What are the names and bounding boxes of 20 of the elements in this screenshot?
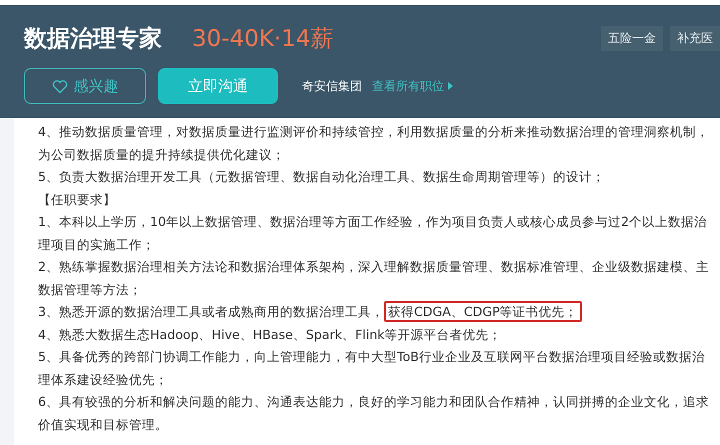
description-text: 1、本科以上学历，10年以上数据管理、数据治理等方面工作经验，作为项目负责人或核心成员参与过2个以上数据治理项目的实施工作； xyxy=(38,213,708,254)
highlighted-text: 获得CDGA、CDGP等证书优先； xyxy=(384,301,582,322)
description-text: 4、熟悉大数据生态Hadoop、Hive、HBase、Spark、Flink等开源平台者优先； xyxy=(38,326,503,344)
description-text: 5、具备优秀的跨部门协调工作能力，向上管理能力，有中大型ToB行业企业及互联网平台数据治理项目经验或数据治理体系建设经验优先； xyxy=(38,348,706,388)
interest-button[interactable]: 感兴趣 xyxy=(24,68,146,104)
chat-button[interactable]: 立即沟通 xyxy=(158,68,278,104)
all-jobs-link[interactable]: 查看所有职位 xyxy=(372,78,453,94)
description-text: 2、熟练掌握数据治理相关方法论和数据治理体系架构，深入理解数据质量管理、数据标准管理、企业级数据建模、主数据管理等方法； xyxy=(38,258,710,298)
description-text: 6、具有较强的分析和解决问题的能力、沟通表达能力，良好的学习能力和团队合作精神，认同拼搏的企业文化，追求价值实现和目标管理。 xyxy=(38,393,710,434)
heart-icon xyxy=(52,78,68,94)
description-text: 5、负责大数据治理开发工具（元数据管理、数据自动化治理工具、数据生命周期管理等）的设计； xyxy=(38,168,606,186)
salary: 30-40K·14薪 xyxy=(192,25,334,54)
benefit-tag: 五险一金 xyxy=(601,26,663,51)
company-name: 奇安信集团 xyxy=(302,78,362,94)
description-text: 4、推动数据质量管理，对数据质量进行监测评价和持续管控，利用数据质量的分析来推动数据治理的管理洞察机制，为公司数据质量的提升持续提供优化建议； xyxy=(38,123,710,164)
caret-icon xyxy=(448,82,453,90)
requirement-text: 3、熟悉开源的数据治理工具或者成熟商用的数据治理工具， xyxy=(38,304,384,319)
benefit-tag: 补充医 xyxy=(670,26,720,51)
section-heading: 【任职要求】 xyxy=(38,190,117,208)
job-title: 数据治理专家 xyxy=(24,25,162,54)
